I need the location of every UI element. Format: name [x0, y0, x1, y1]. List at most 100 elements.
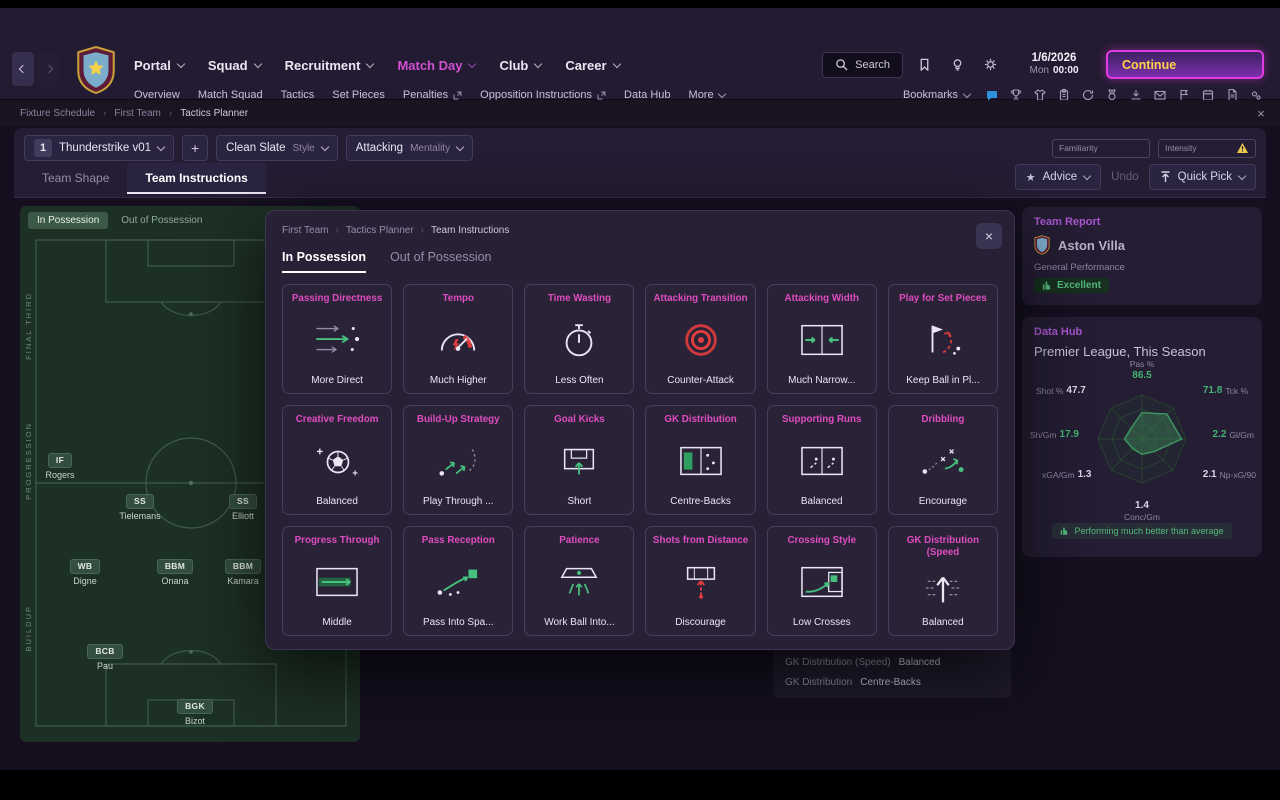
tactic-select[interactable]: 1 Thunderstrike v01	[24, 135, 175, 161]
radar-stat-xga: xGA/Gm 1.3	[1042, 469, 1092, 480]
pass-reception-icon	[431, 547, 485, 617]
top-bar: Portal Squad Recruitment Match Day Club …	[0, 8, 1280, 102]
instruction-card-progress-through[interactable]: Progress Through Middle	[282, 526, 393, 636]
quick-pick-icon	[1161, 171, 1170, 182]
tab-team-instructions[interactable]: Team Instructions	[127, 163, 266, 194]
radar-stat-conc: 1.4 Conc/Gm	[1124, 499, 1160, 523]
instruction-card-passing-directness[interactable]: Passing Directness More Direct	[282, 284, 393, 394]
quick-pick-button[interactable]: Quick Pick	[1148, 164, 1256, 190]
radar-plot	[1097, 394, 1187, 484]
aston-villa-crest-icon	[77, 45, 115, 95]
chevron-down-icon	[455, 142, 465, 151]
attacking-transition-icon	[674, 305, 728, 375]
tempo-icon	[431, 305, 485, 375]
undo-button[interactable]: Undo	[1111, 171, 1139, 183]
modal-close-icon[interactable]	[976, 223, 1002, 249]
instruction-card-creative-freedom[interactable]: Creative Freedom Balanced	[282, 405, 393, 515]
player-chip-bizot[interactable]: BGK Bizot	[152, 696, 238, 726]
top-right-controls: Search 1/6/2026 Mon 00:00 Continue	[822, 50, 1264, 79]
modal-crumb-first-team[interactable]: First Team	[282, 225, 329, 236]
summary-row: GK Distribution (Speed) Balanced	[785, 656, 941, 668]
passing-directness-icon	[310, 305, 364, 375]
progress-through-icon	[310, 547, 364, 617]
instruction-card-build-up-strategy[interactable]: Build-Up Strategy Play Through ...	[403, 405, 514, 515]
tab-team-shape[interactable]: Team Shape	[24, 163, 127, 194]
forward-button[interactable]	[38, 52, 60, 86]
nav-club[interactable]: Club	[499, 58, 543, 73]
style-select[interactable]: Clean Slate Style	[216, 135, 338, 161]
search-button[interactable]: Search	[822, 51, 903, 78]
nav-squad[interactable]: Squad	[208, 58, 262, 73]
time-wasting-icon	[552, 305, 606, 375]
zone-final-third: FINAL THIRD	[24, 292, 33, 360]
tab-out-of-possession[interactable]: Out of Possession	[390, 250, 491, 273]
breadcrumb-separator: ›	[420, 225, 424, 236]
chevron-down-icon	[253, 59, 262, 68]
instruction-card-pass-reception[interactable]: Pass Reception Pass Into Spa...	[403, 526, 514, 636]
instruction-card-supporting-runs[interactable]: Supporting Runs Balanced	[766, 405, 877, 515]
modal-crumb-tactics-planner[interactable]: Tactics Planner	[346, 225, 414, 236]
instruction-card-dribbling[interactable]: Dribbling Encourage	[887, 405, 998, 515]
instruction-card-attacking-transition[interactable]: Attacking Transition Counter-Attack	[645, 284, 756, 394]
player-chip-rogers[interactable]: IF Rogers	[20, 450, 103, 480]
nav-match-day[interactable]: Match Day	[397, 58, 477, 73]
nav-portal[interactable]: Portal	[134, 58, 186, 73]
crossing-style-icon	[795, 547, 849, 617]
external-link-icon	[597, 91, 606, 99]
player-chip-digne[interactable]: WB Digne	[42, 556, 128, 586]
breadcrumb-bar: Fixture Schedule › First Team › Tactics …	[0, 100, 1280, 126]
instruction-card-patience[interactable]: Patience Work Ball Into...	[524, 526, 635, 636]
instruction-card-time-wasting[interactable]: Time Wasting Less Often	[524, 284, 635, 394]
thumbs-up-icon	[1042, 281, 1051, 290]
shots-from-distance-icon	[674, 547, 728, 617]
instruction-card-gk-distribution-speed[interactable]: GK Distribution (Speed Balanced	[887, 526, 998, 636]
player-chip-pau[interactable]: BCB Pau	[62, 641, 148, 671]
back-button[interactable]	[12, 52, 34, 86]
breadcrumb-first-team[interactable]: First Team	[114, 108, 161, 119]
gk-distribution-speed-icon	[916, 559, 970, 618]
settings-gear-icon[interactable]	[978, 53, 1002, 77]
instruction-card-crossing-style[interactable]: Crossing Style Low Crosses	[766, 526, 877, 636]
tactics-planner-header: 1 Thunderstrike v01 + Clean Slate Style …	[14, 128, 1266, 198]
instruction-card-grid: Passing Directness More Direct Tempo Muc…	[276, 273, 1004, 638]
radar-stat-shot: Shot % 47.7	[1036, 385, 1086, 396]
attacking-width-icon	[795, 305, 849, 375]
chevron-down-icon	[1237, 171, 1247, 180]
nav-recruitment[interactable]: Recruitment	[285, 58, 375, 73]
instruction-card-goal-kicks[interactable]: Goal Kicks Short	[524, 405, 635, 515]
chevron-left-icon	[18, 64, 28, 74]
team-report-title: Team Report	[1034, 216, 1101, 228]
advice-button[interactable]: Advice	[1014, 164, 1102, 190]
nav-career[interactable]: Career	[565, 58, 621, 73]
breadcrumb-tactics-planner: Tactics Planner	[180, 107, 249, 119]
instruction-card-attacking-width[interactable]: Attacking Width Much Narrow...	[766, 284, 877, 394]
close-planner-icon[interactable]	[1252, 104, 1270, 122]
performance-rating-badge: Excellent	[1034, 278, 1109, 293]
instruction-card-gk-distribution[interactable]: GK Distribution Centre-Backs	[645, 405, 756, 515]
set-pieces-icon	[916, 305, 970, 375]
hint-bulb-icon[interactable]	[945, 53, 969, 77]
continue-button[interactable]: Continue	[1106, 50, 1264, 79]
player-chip-tielemans[interactable]: SS Tielemans	[97, 491, 183, 521]
instruction-card-tempo[interactable]: Tempo Much Higher	[403, 284, 514, 394]
tab-in-possession-pitch[interactable]: In Possession	[28, 212, 109, 229]
chevron-right-icon	[44, 64, 54, 74]
team-instructions-modal: First Team › Tactics Planner › Team Inst…	[265, 210, 1015, 650]
tab-out-of-possession-pitch[interactable]: Out of Possession	[112, 212, 211, 229]
bookmark-icon[interactable]	[912, 53, 936, 77]
modal-breadcrumb: First Team › Tactics Planner › Team Inst…	[276, 223, 1004, 238]
mini-crest-icon	[1034, 235, 1050, 255]
external-link-icon	[453, 91, 462, 99]
mentality-select[interactable]: Attacking Mentality	[345, 135, 474, 161]
instruction-card-shots-from-distance[interactable]: Shots from Distance Discourage	[645, 526, 756, 636]
breadcrumb-fixture-schedule[interactable]: Fixture Schedule	[20, 108, 95, 119]
chevron-down-icon	[962, 89, 972, 98]
search-icon	[836, 59, 848, 71]
instruction-card-play-for-set-pieces[interactable]: Play for Set Pieces Keep Ball in Pl...	[887, 284, 998, 394]
supporting-runs-icon	[795, 426, 849, 496]
club-link[interactable]: Aston Villa	[1034, 235, 1250, 255]
add-tactic-button[interactable]: +	[182, 135, 209, 161]
gk-distribution-icon	[674, 426, 728, 496]
data-hub-title: Data Hub	[1034, 326, 1083, 338]
tab-in-possession[interactable]: In Possession	[282, 250, 366, 273]
